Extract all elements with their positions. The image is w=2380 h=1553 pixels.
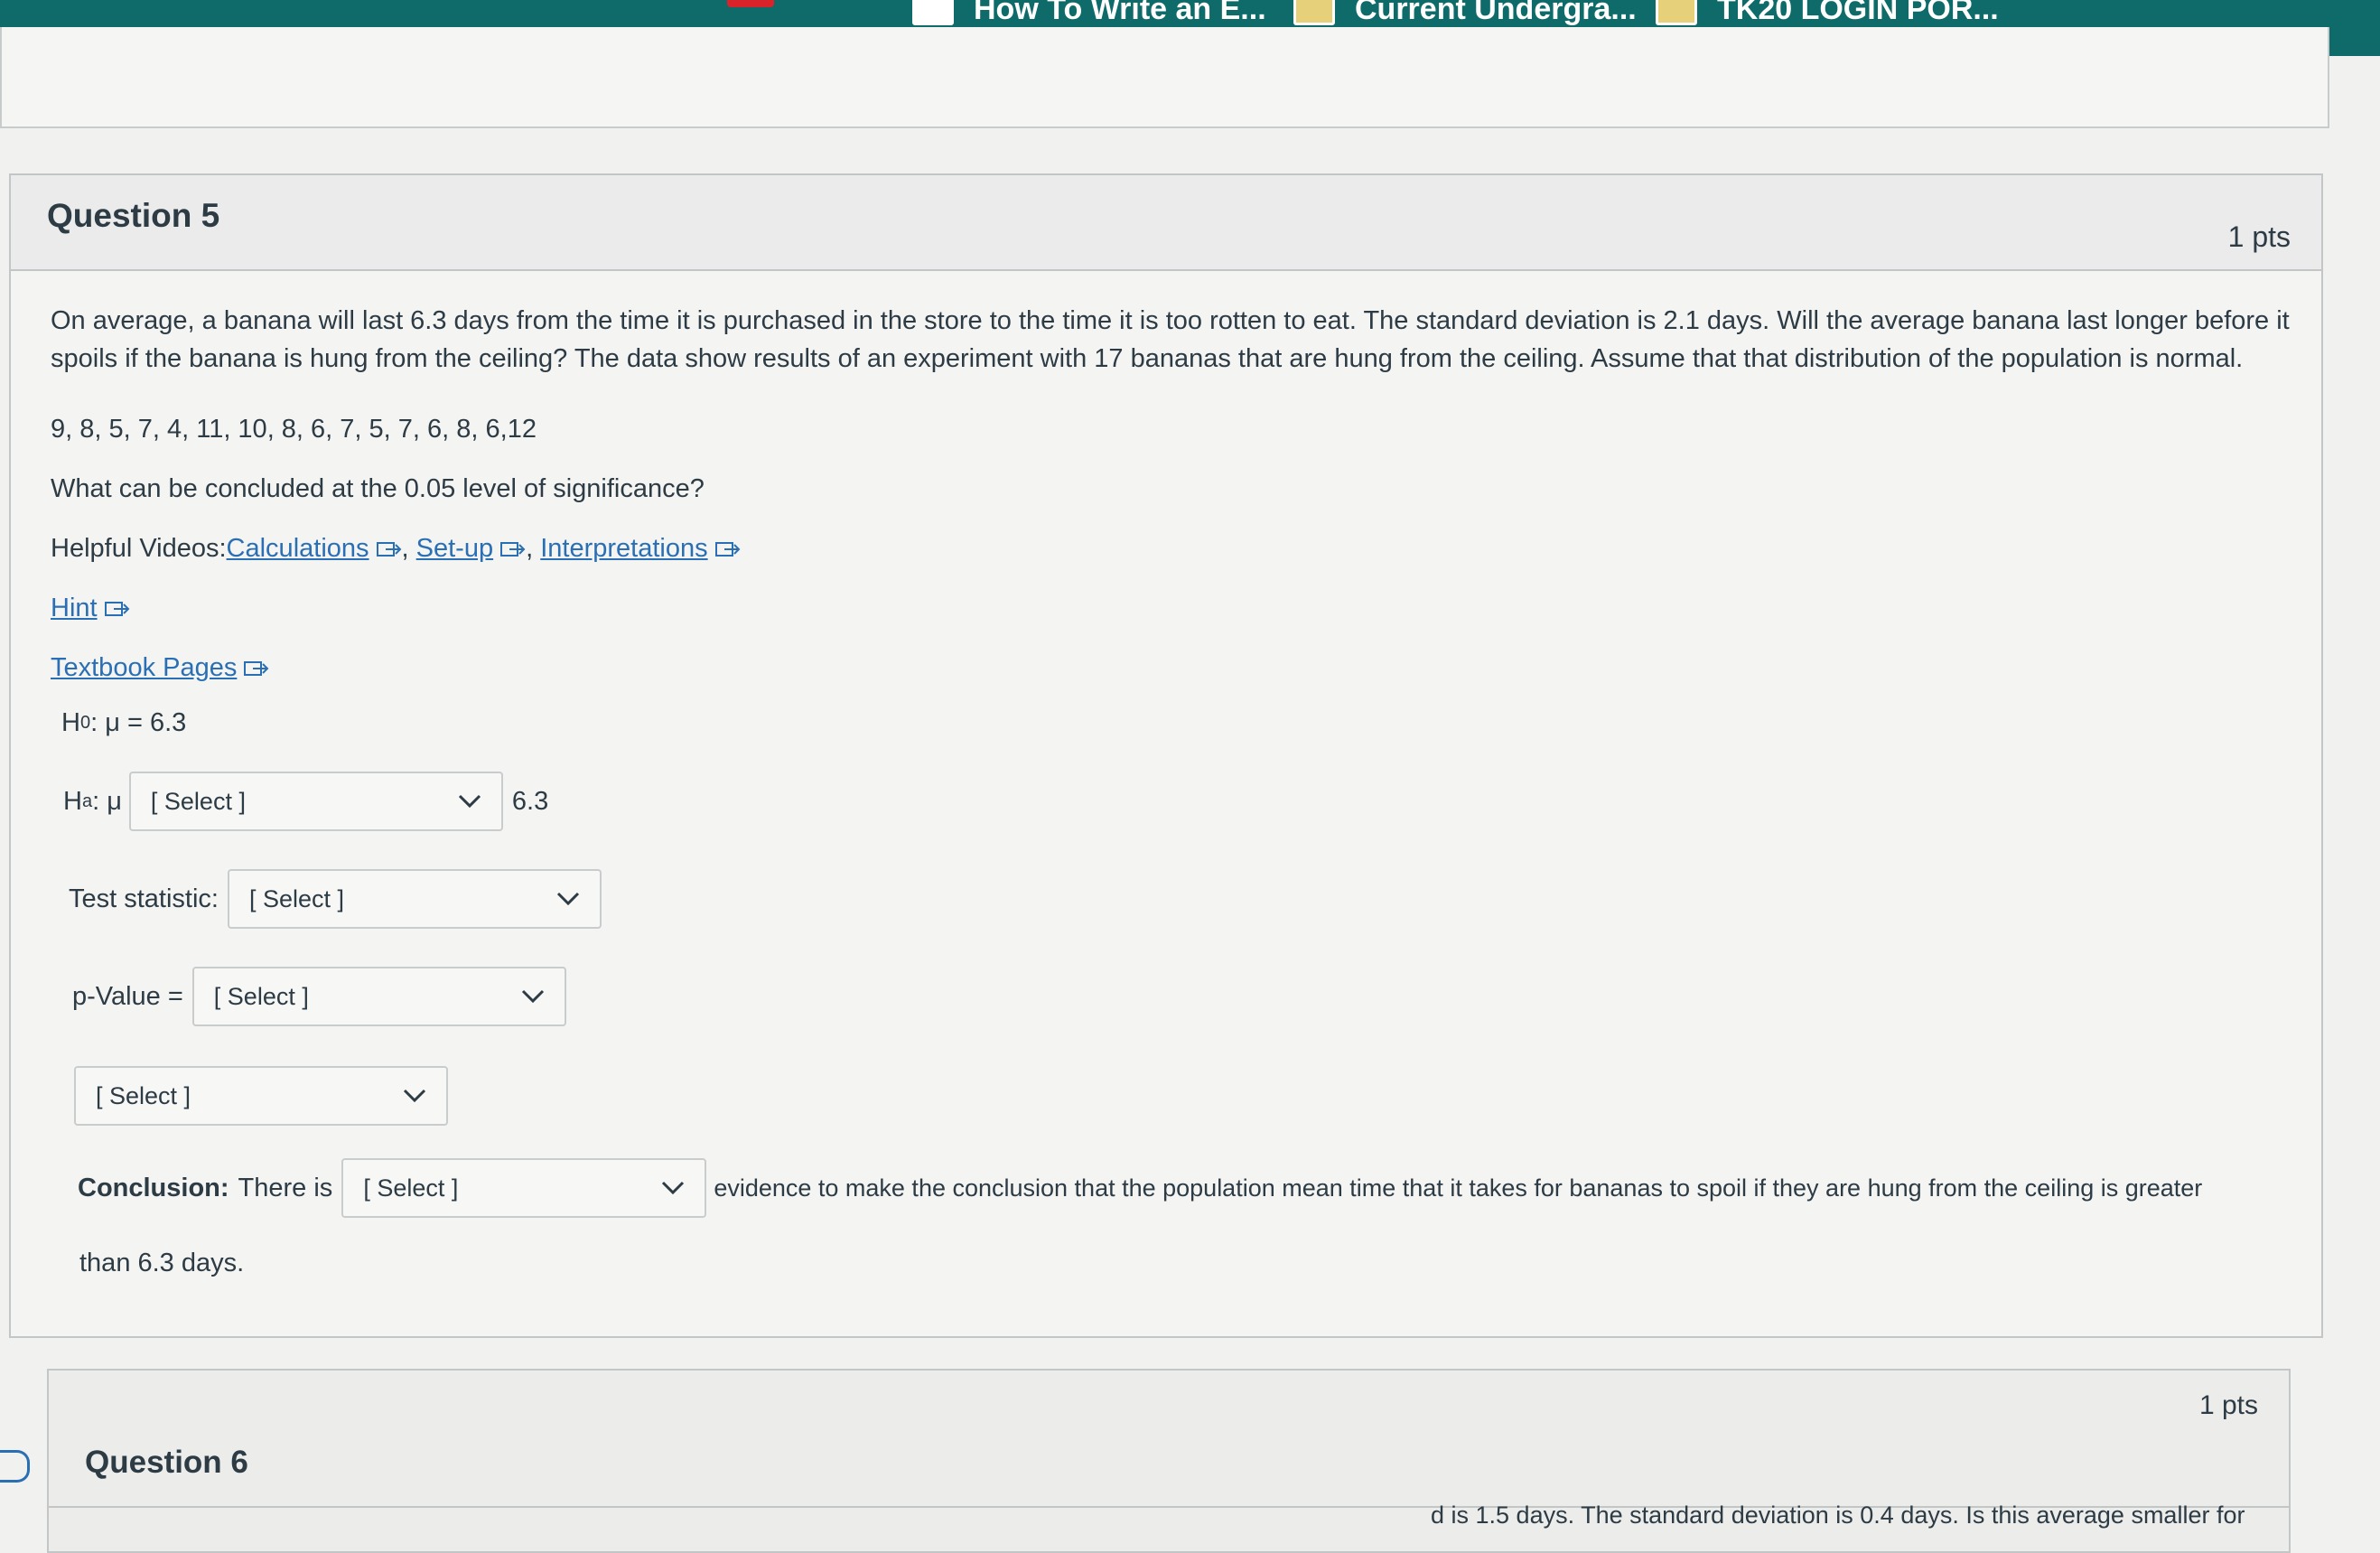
h0-rest: : μ = 6.3 bbox=[90, 708, 187, 737]
question-points: 1 pts bbox=[2198, 1390, 2258, 1420]
helpful-videos-label: Helpful Videos: bbox=[51, 534, 227, 563]
chevron-down-icon bbox=[521, 989, 544, 1004]
conclusion-label: Conclusion: bbox=[78, 1173, 229, 1202]
ha-value: 6.3 bbox=[511, 786, 549, 816]
flag-tab[interactable] bbox=[0, 1450, 30, 1483]
bookmark-label: Current Undergra... bbox=[1355, 0, 1637, 26]
p-value-label: p-Value = bbox=[72, 981, 183, 1011]
hint-line: Hint bbox=[51, 589, 2291, 627]
null-hypothesis: H0: μ = 6.3 bbox=[61, 708, 186, 738]
external-link-icon bbox=[104, 602, 129, 617]
folder-icon bbox=[1656, 0, 1697, 25]
hint-link[interactable]: Hint bbox=[51, 594, 98, 622]
chevron-down-icon bbox=[662, 1181, 685, 1195]
p-value-row: p-Value = [ Select ] bbox=[72, 967, 566, 1026]
alternative-hypothesis: Ha: μ [ Select ] 6.3 bbox=[63, 772, 548, 831]
external-link-icon bbox=[500, 542, 526, 557]
chevron-down-icon bbox=[458, 794, 481, 809]
test-statistic-row: Test statistic: [ Select ] bbox=[69, 869, 602, 929]
question-card-5: Question 5 1 pts On average, a banana wi… bbox=[9, 173, 2323, 1338]
external-link-icon bbox=[376, 542, 401, 557]
test-statistic-select[interactable]: [ Select ] bbox=[228, 869, 602, 929]
tab-indicator bbox=[727, 0, 774, 7]
video-link-setup[interactable]: Set-up bbox=[416, 534, 493, 563]
conclusion-row: Conclusion: There is [ Select ] evidence… bbox=[78, 1158, 2202, 1218]
conclusion-select[interactable]: [ Select ] bbox=[341, 1158, 707, 1218]
test-statistic-label: Test statistic: bbox=[69, 884, 219, 913]
video-link-calculations[interactable]: Calculations bbox=[227, 534, 369, 563]
question-header: Question 5 1 pts bbox=[11, 175, 2321, 271]
question-title: Question 6 bbox=[85, 1445, 248, 1480]
decision-select[interactable]: [ Select ] bbox=[74, 1066, 448, 1126]
question-prompt-fragment: d is 1.5 days. The standard deviation is… bbox=[1431, 1502, 2245, 1529]
question-points: 1 pts bbox=[2227, 220, 2291, 253]
select-value: [ Select ] bbox=[96, 1081, 191, 1109]
question-title: Question 5 bbox=[47, 197, 220, 234]
question-card-6: 1 pts Question 6 d is 1.5 days. The stan… bbox=[47, 1369, 2291, 1553]
select-value: [ Select ] bbox=[363, 1174, 459, 1202]
bookmark-0[interactable]: How To Write an E... bbox=[912, 0, 1266, 27]
decision-row: [ Select ] bbox=[74, 1066, 448, 1126]
helpful-videos-line: Helpful Videos:Calculations, Set-up, Int… bbox=[51, 529, 2291, 567]
ha-operator-select[interactable]: [ Select ] bbox=[128, 772, 503, 831]
h0-label: H bbox=[61, 708, 80, 737]
ha-rest: : μ bbox=[92, 786, 122, 816]
question-prompt: On average, a banana will last 6.3 days … bbox=[51, 306, 2290, 373]
bookmark-label: TK20 LOGIN POR... bbox=[1717, 0, 1999, 26]
video-link-interpretations[interactable]: Interpretations bbox=[540, 534, 707, 563]
significance-question: What can be concluded at the 0.05 level … bbox=[51, 474, 705, 503]
data-values: 9, 8, 5, 7, 4, 11, 10, 8, 6, 7, 5, 7, 6,… bbox=[51, 415, 537, 444]
ha-subscript: a bbox=[81, 791, 93, 811]
conclusion-tail: than 6.3 days. bbox=[79, 1249, 244, 1278]
folder-icon bbox=[1293, 0, 1335, 25]
bookmark-1[interactable]: Current Undergra... bbox=[1293, 0, 1637, 27]
select-value: [ Select ] bbox=[150, 787, 246, 815]
h0-subscript: 0 bbox=[79, 713, 91, 733]
select-value: [ Select ] bbox=[249, 884, 345, 912]
textbook-line: Textbook Pages bbox=[51, 649, 2291, 687]
p-value-select[interactable]: [ Select ] bbox=[191, 967, 566, 1026]
bookmark-label: How To Write an E... bbox=[974, 0, 1266, 26]
external-link-icon bbox=[714, 542, 741, 557]
chevron-down-icon bbox=[556, 892, 580, 906]
external-link-icon bbox=[244, 661, 269, 677]
ha-label: H bbox=[63, 786, 82, 816]
select-value: [ Select ] bbox=[213, 982, 309, 1010]
bookmark-2[interactable]: TK20 LOGIN POR... bbox=[1656, 0, 1999, 27]
chevron-down-icon bbox=[403, 1089, 426, 1103]
page-icon bbox=[912, 0, 954, 25]
conclusion-suffix: evidence to make the conclusion that the… bbox=[714, 1174, 2203, 1202]
conclusion-prefix: There is bbox=[238, 1173, 333, 1202]
previous-question-card bbox=[0, 27, 2329, 128]
textbook-link[interactable]: Textbook Pages bbox=[51, 653, 237, 682]
conclusion-tail-text: than 6.3 days. bbox=[79, 1249, 245, 1277]
